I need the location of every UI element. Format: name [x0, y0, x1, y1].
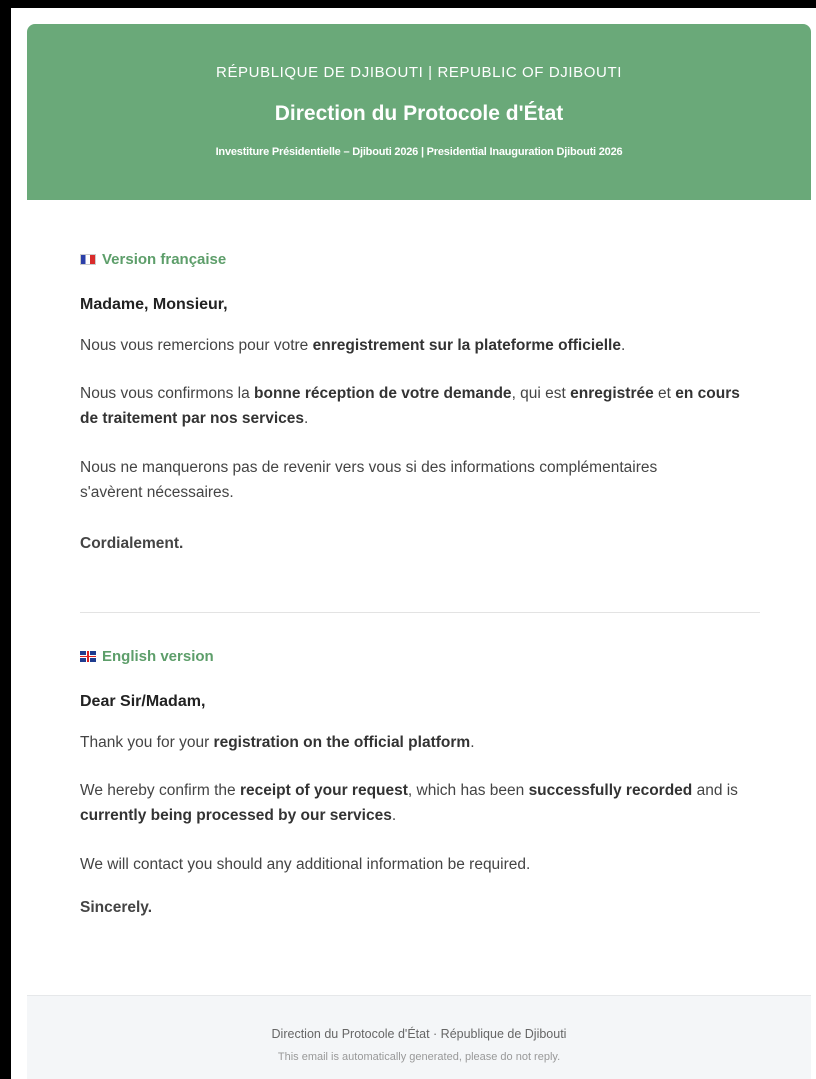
text-run: .	[304, 410, 309, 427]
french-closing: Cordialement.	[80, 535, 184, 552]
text-run: We hereby confirm the	[80, 782, 240, 799]
text-run: Thank you for your	[80, 734, 214, 751]
email-card: RÉPUBLIQUE DE DJIBOUTI | REPUBLIC OF DJI…	[27, 24, 811, 1079]
flag-france-icon	[80, 254, 96, 265]
text-run-bold: registration on the official platform	[213, 734, 471, 751]
french-section-label: Version française	[80, 251, 226, 268]
text-run: Nous vous remercions pour votre	[80, 337, 313, 354]
footer-notice: This email is automatically generated, p…	[277, 1051, 561, 1063]
email-page: RÉPUBLIQUE DE DJIBOUTI | REPUBLIC OF DJI…	[11, 8, 816, 1079]
french-paragraph-1: Nous vous remercions pour votre enregist…	[80, 333, 760, 358]
text-run-bold: enregistrée	[570, 385, 654, 402]
french-greeting: Madame, Monsieur,	[80, 296, 228, 313]
text-run: and is	[692, 782, 738, 799]
section-divider	[80, 612, 760, 613]
french-paragraph-2: Nous vous confirmons la bonne réception …	[80, 381, 760, 431]
header-subtitle: Investiture Présidentielle – Djibouti 20…	[215, 146, 623, 158]
french-paragraph-3: Nous ne manquerons pas de revenir vers v…	[80, 459, 658, 501]
english-greeting: Dear Sir/Madam,	[80, 693, 206, 710]
english-paragraph-1: Thank you for your registration on the o…	[80, 730, 760, 755]
english-paragraph-2: We hereby confirm the receipt of your re…	[80, 778, 760, 828]
english-paragraph-3: We will contact you should any additiona…	[80, 856, 531, 873]
text-run: Nous vous confirmons la	[80, 385, 255, 402]
footer-organization: Direction du Protocole d'État · Républiq…	[271, 1027, 567, 1041]
text-run-bold: receipt of your request	[239, 782, 408, 799]
french-section-label-text: Version française	[102, 251, 227, 268]
text-run: , qui est	[511, 385, 571, 402]
text-run: et	[653, 385, 676, 402]
text-run: .	[470, 734, 475, 751]
english-section-label-text: English version	[102, 648, 214, 665]
header-country: RÉPUBLIQUE DE DJIBOUTI | REPUBLIC OF DJI…	[216, 64, 622, 81]
text-run: .	[391, 807, 397, 824]
text-run: , which has been	[407, 782, 529, 799]
text-run-bold: bonne réception de votre demande	[254, 385, 512, 402]
text-run-bold: enregistrement sur la plateforme officie…	[312, 337, 621, 354]
text-run-bold: successfully recorded	[528, 782, 693, 799]
flag-uk-icon	[80, 651, 96, 662]
text-run-bold: currently being processed by our service…	[80, 807, 392, 824]
english-closing: Sincerely.	[80, 899, 153, 916]
english-section-label: English version	[80, 648, 214, 665]
email-footer: Direction du Protocole d'État · Républiq…	[27, 995, 811, 1079]
text-run: .	[620, 337, 626, 354]
header-title: Direction du Protocole d'État	[274, 102, 564, 125]
email-header: RÉPUBLIQUE DE DJIBOUTI | REPUBLIC OF DJI…	[27, 24, 811, 200]
